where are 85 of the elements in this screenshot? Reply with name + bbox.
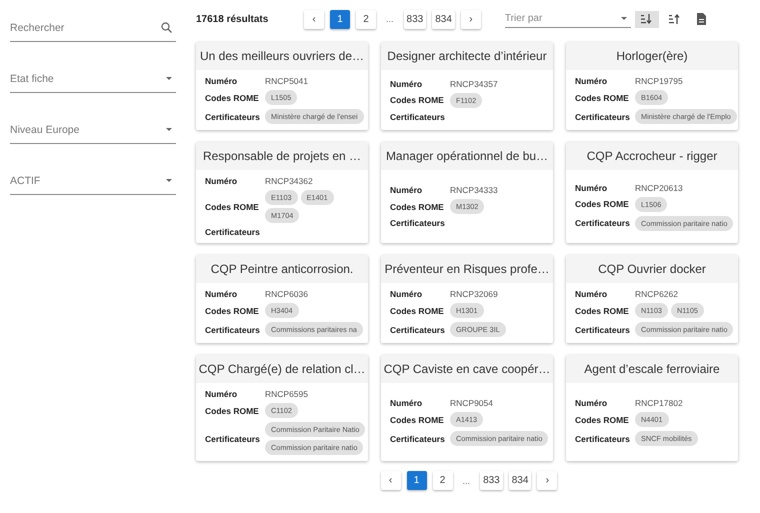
page-button[interactable]: 1	[406, 471, 427, 490]
field-label: Numéro	[205, 389, 238, 399]
field-label: Certificateurs	[390, 324, 446, 334]
field-label: Codes ROME	[390, 306, 445, 316]
field-label: Codes ROME	[575, 199, 630, 209]
field-value: RNCP6036	[265, 289, 308, 299]
field-label: Certificateurs	[205, 227, 261, 237]
card-title: CQP Ouvrier docker	[566, 255, 738, 283]
page-button[interactable]: 1	[330, 10, 350, 28]
field-value: RNCP19795	[635, 76, 683, 86]
field-label: Numéro	[205, 76, 238, 86]
field-label: Certificateurs	[205, 324, 261, 334]
field-value: RNCP9054	[450, 398, 493, 408]
field-label: Codes ROME	[575, 414, 630, 424]
page-button[interactable]: 834	[432, 10, 455, 28]
card-title: Responsable de projets en …	[196, 142, 368, 170]
field-label: Codes ROME	[205, 202, 260, 212]
field-value: RNCP20613	[635, 182, 683, 192]
field-label: Certificateurs	[205, 112, 261, 122]
next-page-button[interactable]: ›	[537, 471, 558, 490]
field-label: Certificateurs	[390, 112, 446, 122]
previous-page-button[interactable]: ‹	[380, 471, 401, 490]
field-value: RNCP34357	[450, 78, 498, 88]
field-label: Certificateurs	[205, 434, 261, 444]
card-title: Horloger(ère)	[566, 42, 738, 70]
field-label: Codes ROME	[205, 92, 260, 102]
field-value: RNCP6262	[635, 289, 678, 299]
card-title: CQP Chargé(e) de relation cl…	[196, 355, 368, 383]
card-title: Agent d’escale ferroviaire	[566, 355, 738, 383]
field-label: Codes ROME	[575, 306, 630, 316]
field-label: Numéro	[575, 289, 608, 299]
search-icon	[161, 22, 172, 33]
field-label: Numéro	[575, 76, 608, 86]
sort-descending-button[interactable]	[634, 10, 659, 28]
field-label: Numéro	[390, 185, 424, 195]
search-field[interactable]: Rechercher	[10, 14, 176, 42]
select-field[interactable]: Niveau Europe	[10, 116, 176, 144]
pagination-ellipsis: ...	[385, 14, 395, 24]
previous-page-button[interactable]: ‹	[304, 10, 324, 28]
card-title: Designer architecte d’intérieur	[381, 42, 553, 70]
field-value: RNCP6595	[265, 389, 308, 399]
field-label: Numéro	[575, 182, 608, 192]
sort-select[interactable]: Trier par	[504, 10, 631, 28]
field-label: Numéro	[390, 398, 424, 408]
field-label: Certificateurs	[575, 218, 631, 228]
pagination-ellipsis: ...	[462, 476, 472, 486]
field-label: Codes ROME	[390, 414, 445, 424]
page-button[interactable]: 833	[404, 10, 426, 28]
card-title: Un des meilleurs ouvriers de…	[196, 42, 368, 70]
result-count: 17618 résultats	[196, 14, 270, 24]
field-value: RNCP17802	[635, 398, 683, 408]
sort-ascending-icon	[669, 14, 680, 24]
document-icon[interactable]	[696, 13, 706, 25]
field-label: Numéro	[205, 176, 238, 186]
select-field[interactable]: Etat fiche	[10, 65, 176, 93]
field-value: RNCP32069	[450, 289, 498, 299]
field-label: Numéro	[390, 289, 424, 299]
field-label: Certificateurs	[575, 434, 631, 444]
field-label: Certificateurs	[390, 434, 446, 444]
field-label: Codes ROME	[205, 306, 260, 316]
page-button[interactable]: 2	[356, 10, 376, 28]
sort-descending-icon	[641, 14, 652, 24]
field-label: Numéro	[575, 398, 608, 408]
card-title: CQP Accrocheur - rigger	[566, 142, 738, 170]
select-field[interactable]: ACTIF	[10, 167, 176, 195]
page-button[interactable]: 833	[480, 471, 503, 490]
field-value: RNCP34362	[265, 176, 313, 186]
field-value: RNCP34333	[450, 185, 498, 195]
card-title: Préventeur en Risques profe…	[381, 255, 553, 283]
field-label: Certificateurs	[575, 324, 631, 334]
card-title: Manager opérationnel de bu…	[381, 142, 553, 170]
card-title: CQP Peintre anticorrosion.	[196, 255, 368, 283]
card-title: CQP Caviste en cave coopér…	[381, 355, 553, 383]
field-value: RNCP5041	[265, 76, 308, 86]
field-label: Numéro	[390, 78, 424, 88]
field-label: Codes ROME	[390, 95, 445, 105]
field-label: Numéro	[205, 289, 238, 299]
page-button[interactable]: 834	[508, 471, 532, 490]
field-label: Codes ROME	[390, 202, 445, 212]
page-button[interactable]: 2	[432, 471, 453, 490]
field-label: Certificateurs	[575, 112, 631, 122]
field-label: Codes ROME	[205, 406, 260, 416]
field-label: Codes ROME	[575, 92, 630, 102]
field-label: Certificateurs	[390, 218, 446, 228]
next-page-button[interactable]: ›	[460, 10, 481, 28]
